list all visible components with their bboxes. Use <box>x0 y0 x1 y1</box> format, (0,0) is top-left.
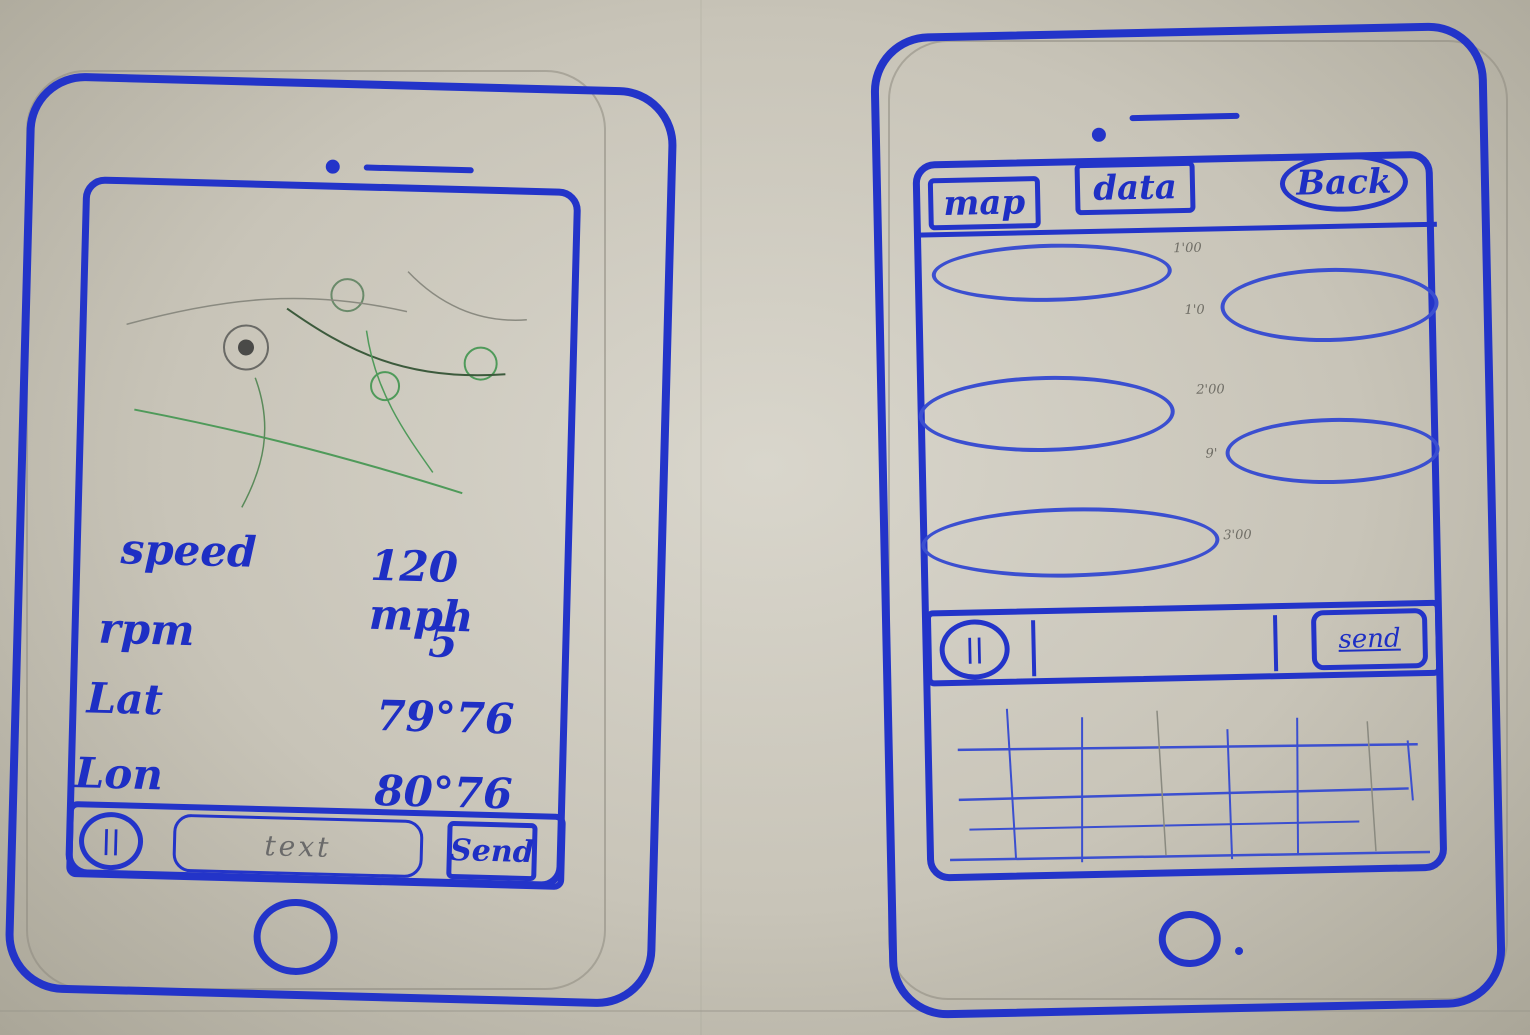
mic-icon: || <box>964 634 985 665</box>
tab-data[interactable]: data <box>1074 160 1196 216</box>
chat-bubble-left <box>931 241 1173 305</box>
chat-bubble-right <box>1224 415 1441 487</box>
send-button-label: Send <box>449 832 535 870</box>
chat-timestamp: 1'0 <box>1184 302 1205 319</box>
map-sketch <box>126 271 527 508</box>
message-text-field[interactable]: text <box>172 813 424 879</box>
chat-timestamp: 1'00 <box>1173 240 1202 257</box>
left-phone-speaker-slot <box>363 164 474 174</box>
right-bottom-bar: || send <box>924 599 1443 687</box>
stat-value-rpm: 5 <box>427 617 459 668</box>
send-button[interactable]: send <box>1310 608 1429 671</box>
chat-timestamp: 3'00 <box>1223 527 1252 544</box>
stat-label-speed: speed <box>120 524 258 577</box>
mic-icon: || <box>101 825 121 857</box>
right-home-button[interactable] <box>1158 910 1222 968</box>
stat-value-speed: 120 mph <box>368 540 475 642</box>
mic-button[interactable]: || <box>939 618 1011 681</box>
chat-bubble-right <box>1219 265 1440 345</box>
tab-map[interactable]: map <box>927 176 1041 231</box>
right-phone-screen: map data Back 1'00 1'0 2'00 9' 3'00 || s… <box>912 150 1448 882</box>
right-phone-speaker-slot <box>1129 112 1240 122</box>
right-phone-camera-dot <box>1091 127 1107 142</box>
stat-label-lat: Lat <box>86 673 164 725</box>
keyboard-sketch[interactable] <box>937 680 1441 880</box>
left-phone: speed 120 mph rpm 5 Lat 79°76 Lon 80°76 … <box>4 71 678 1009</box>
pencil-line <box>700 0 702 1035</box>
mic-button[interactable]: || <box>78 811 144 871</box>
left-phone-camera-dot <box>325 159 340 174</box>
back-button[interactable]: Back <box>1279 152 1409 213</box>
stat-label-rpm: rpm <box>97 603 196 656</box>
left-home-button[interactable] <box>252 897 339 977</box>
message-text-field[interactable] <box>1031 615 1279 677</box>
left-bottom-bar: || text Send <box>66 800 566 890</box>
chat-timestamp: 2'00 <box>1196 382 1225 398</box>
chat-timestamp: 9' <box>1205 446 1218 462</box>
right-phone: map data Back 1'00 1'0 2'00 9' 3'00 || s… <box>869 21 1507 1020</box>
chat-bubble-left <box>917 373 1176 455</box>
send-button[interactable]: Send <box>446 820 538 882</box>
stat-label-lon: Lon <box>74 748 164 800</box>
stat-value-lat: 79°76 <box>375 690 515 744</box>
left-phone-screen: speed 120 mph rpm 5 Lat 79°76 Lon 80°76 … <box>65 176 582 890</box>
right-phone-ink-dot <box>1234 946 1244 956</box>
send-button-label: send <box>1338 623 1401 655</box>
chat-bubble-left <box>920 504 1221 581</box>
